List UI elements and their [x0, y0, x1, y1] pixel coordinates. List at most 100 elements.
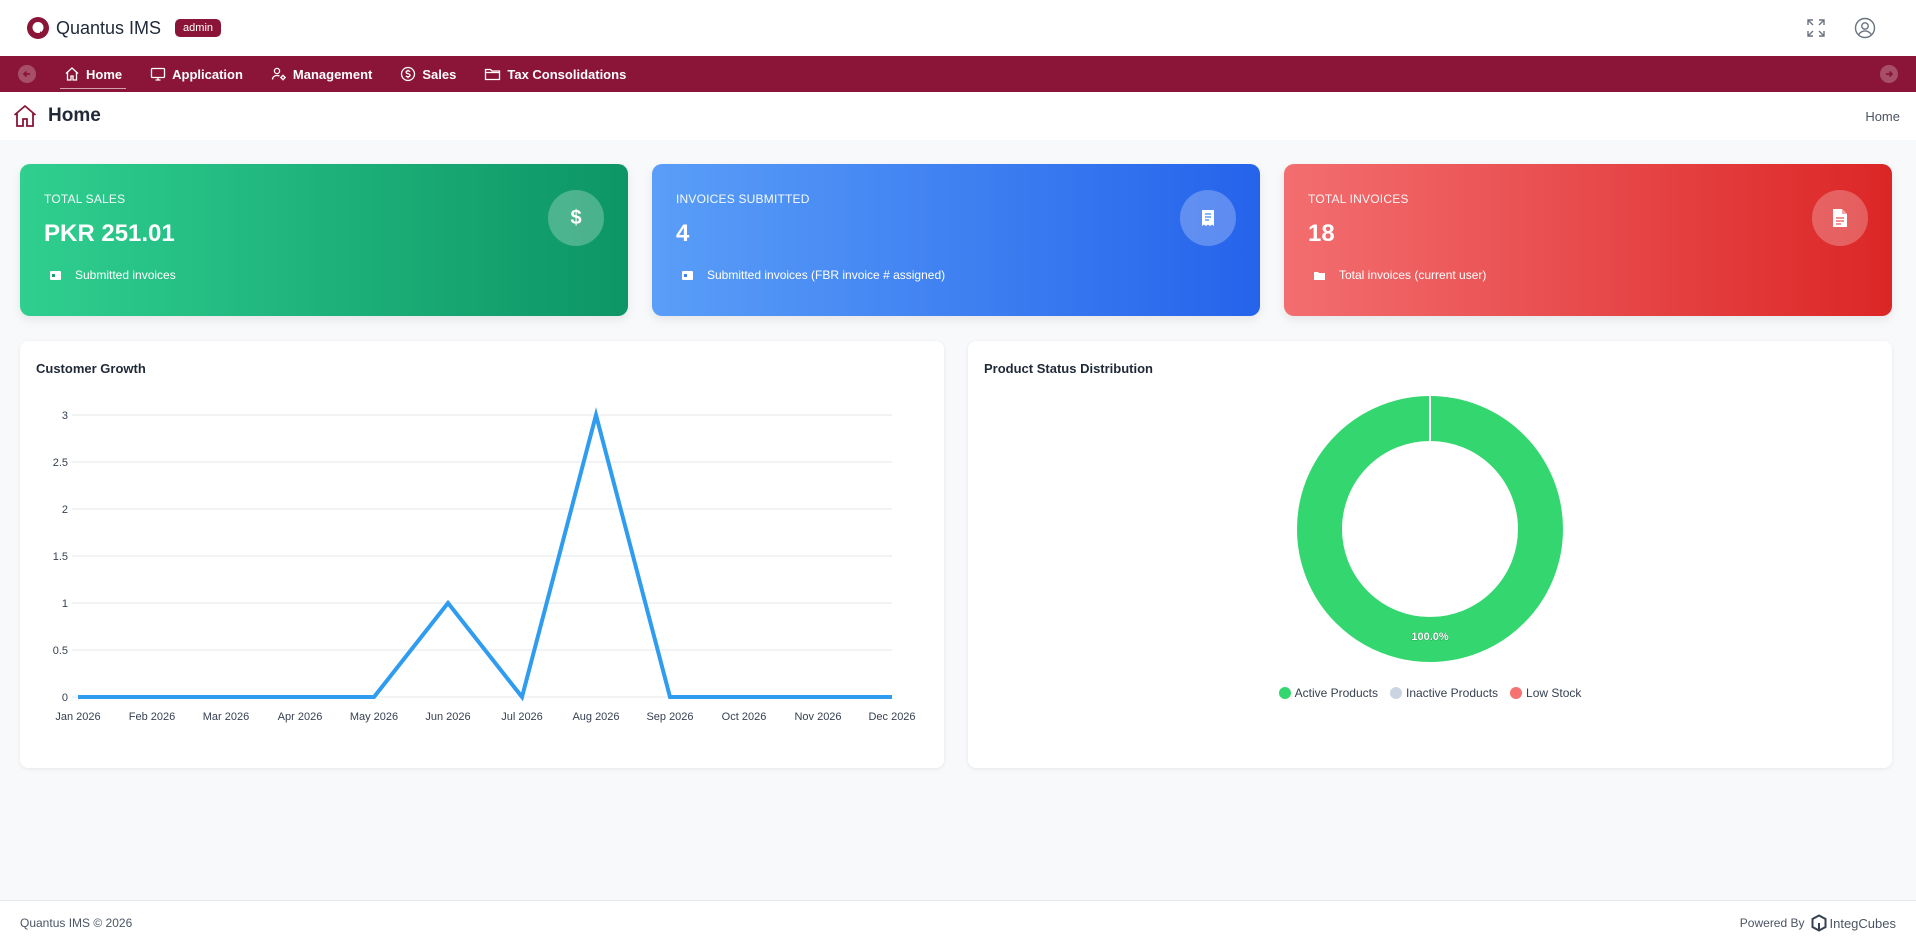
y-tick-label: 2 [62, 504, 68, 516]
card-label: TOTAL SALES [44, 192, 126, 206]
data-point[interactable] [741, 694, 747, 700]
legend-item[interactable]: Low Stock [1510, 686, 1581, 700]
x-tick-label: Sep 2026 [646, 711, 693, 723]
card-subtext: Total invoices (current user) [1339, 268, 1487, 282]
nav-item-application[interactable]: Application [136, 56, 257, 92]
folder-icon [485, 68, 501, 81]
card-subtext: Submitted invoices [75, 268, 176, 282]
card-subtext: Submitted invoices (FBR invoice # assign… [707, 268, 946, 282]
legend-swatch [1278, 687, 1291, 699]
app-logo-icon [27, 17, 49, 39]
legend-label: Active Products [1294, 686, 1378, 700]
nav-label-tax-consolidations: Tax Consolidations [507, 66, 627, 82]
y-tick-label: 1 [62, 598, 68, 610]
home-icon [13, 104, 37, 127]
nav-label-management: Management [292, 66, 373, 82]
x-tick-label: Jul 2026 [501, 711, 543, 723]
x-tick-label: Dec 2026 [868, 711, 915, 723]
chart-legend: Active Products Inactive Products Low Stoc… [968, 686, 1892, 700]
nav-item-management[interactable]: Management [257, 56, 386, 92]
data-point[interactable] [667, 694, 673, 700]
vendor-logo[interactable]: IntegCubes [1811, 914, 1897, 932]
nav-label-home: Home [86, 66, 123, 82]
home-icon [65, 67, 79, 81]
card-label: TOTAL INVOICES [1308, 192, 1409, 206]
main-nav: Home Application Management Sales Tax Co… [0, 56, 1916, 92]
card-label: INVOICES SUBMITTED [676, 192, 810, 206]
data-point[interactable] [371, 694, 377, 700]
nav-scroll-right-button[interactable] [1880, 65, 1898, 83]
total-sales-card: TOTAL SALES PKR 251.01 Submitted invoice… [20, 164, 628, 316]
dollar-icon: $ [548, 190, 604, 246]
data-point[interactable] [445, 600, 451, 606]
legend-swatch [1510, 687, 1523, 699]
powered-by-text: Powered By [1739, 916, 1805, 930]
x-tick-label: Apr 2026 [278, 711, 323, 723]
data-point[interactable] [75, 694, 81, 700]
folder-small-icon [1314, 271, 1325, 280]
card-value: PKR 251.01 [44, 220, 175, 247]
nav-scroll-left-button[interactable] [18, 65, 36, 83]
arrow-left-icon [22, 70, 30, 78]
y-tick-label: 0.5 [53, 645, 68, 657]
x-tick-label: Mar 2026 [203, 711, 249, 723]
x-tick-label: Nov 2026 [794, 711, 841, 723]
customer-growth-chart[interactable]: 0 0.5 1 1.5 2 2.5 3 Jan 2026 Feb 2026 Mar 2026 Apr… [20, 341, 944, 768]
brand[interactable]: Quantus IMS admin [26, 16, 222, 40]
slice-data-label: 100.0% [1411, 631, 1449, 643]
invoices-submitted-card: INVOICES SUBMITTED 4 Submitted invoices … [652, 164, 1260, 316]
arrow-right-icon [1886, 70, 1894, 78]
fullscreen-icon[interactable] [1806, 18, 1826, 38]
top-bar: Quantus IMS admin [0, 0, 1916, 56]
nav-item-home[interactable]: Home [50, 56, 136, 92]
user-profile-icon[interactable] [1854, 17, 1876, 39]
product-status-panel: Product Status Distribution 100.0% Activ… [968, 341, 1892, 768]
app-name: Quantus IMS [56, 17, 162, 38]
cube-icon [1811, 914, 1826, 932]
page-header: Home Home [0, 92, 1916, 140]
nav-item-tax-consolidations[interactable]: Tax Consolidations [470, 56, 640, 92]
page-title: Home [48, 105, 101, 126]
pie-slice[interactable] [1297, 396, 1563, 662]
y-tick-label: 2.5 [53, 457, 68, 469]
legend-item[interactable]: Active Products [1278, 686, 1378, 700]
card-value: 18 [1308, 220, 1335, 247]
ticket-icon [682, 270, 693, 280]
legend-label: Low Stock [1526, 686, 1582, 700]
users-gear-icon [271, 67, 286, 81]
x-tick-label: Feb 2026 [129, 711, 175, 723]
total-invoices-card: TOTAL INVOICES 18 Total invoices (curren… [1284, 164, 1892, 316]
copyright-text: Quantus IMS © 2026 [20, 916, 133, 930]
y-tick-label: 3 [62, 410, 68, 422]
footer: Quantus IMS © 2026 Powered By IntegCubes [0, 900, 1916, 945]
legend-item[interactable]: Inactive Products [1389, 686, 1499, 700]
y-tick-label: 1.5 [53, 551, 68, 563]
nav-item-sales[interactable]: Sales [386, 56, 470, 92]
legend-label: Inactive Products [1405, 686, 1499, 700]
y-tick-label: 0 [62, 692, 68, 704]
data-point[interactable] [593, 412, 599, 418]
x-tick-label: Oct 2026 [722, 711, 767, 723]
data-point[interactable] [297, 694, 303, 700]
x-tick-label: Aug 2026 [572, 711, 619, 723]
x-tick-label: Jan 2026 [55, 711, 100, 723]
legend-swatch [1389, 687, 1402, 699]
receipt-icon [1180, 190, 1236, 246]
card-value: 4 [676, 220, 690, 247]
customer-growth-panel: Customer Growth 0 0.5 1 1.5 2 2.5 3 Jan 2026 Feb… [20, 341, 944, 768]
product-status-chart[interactable]: 100.0% [968, 341, 1892, 768]
role-badge: admin [175, 19, 222, 37]
breadcrumb[interactable]: Home [1865, 109, 1900, 124]
data-point[interactable] [149, 694, 155, 700]
data-point[interactable] [519, 694, 525, 700]
nav-label-application: Application [172, 66, 243, 82]
x-tick-label: May 2026 [350, 711, 398, 723]
dollar-circle-icon [401, 66, 416, 82]
data-point[interactable] [889, 694, 895, 700]
ticket-icon [50, 270, 61, 280]
data-point[interactable] [223, 694, 229, 700]
x-tick-label: Jun 2026 [425, 711, 470, 723]
vendor-name: IntegCubes [1829, 915, 1897, 931]
data-point[interactable] [815, 694, 821, 700]
monitor-icon [150, 67, 166, 81]
